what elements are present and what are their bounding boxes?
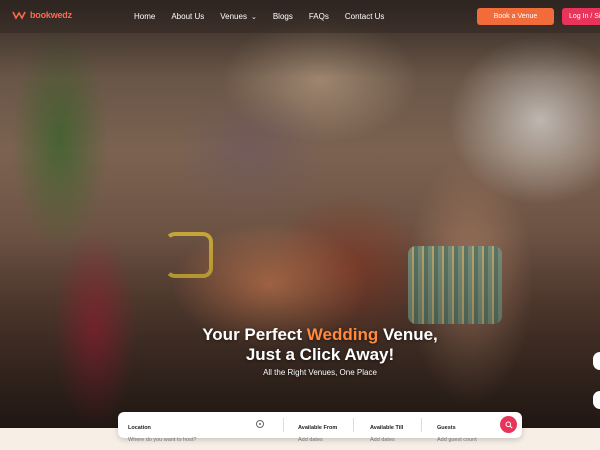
location-input[interactable] bbox=[128, 437, 253, 443]
brand-logo[interactable]: bookwedz bbox=[12, 10, 72, 20]
brand-name: bookwedz bbox=[30, 10, 72, 20]
field-divider bbox=[283, 418, 284, 432]
nav-faqs[interactable]: FAQs bbox=[309, 12, 329, 21]
location-label: Location bbox=[128, 425, 151, 431]
side-scroll-button[interactable] bbox=[593, 352, 600, 370]
headline-pre: Your Perfect bbox=[202, 325, 307, 344]
login-button[interactable]: Log In / Sign Up bbox=[562, 8, 600, 25]
hero-headline: Your Perfect Wedding Venue, Just a Click… bbox=[170, 325, 470, 365]
side-scroll-button[interactable] bbox=[593, 391, 600, 409]
nav-contact[interactable]: Contact Us bbox=[345, 12, 385, 21]
nav-links: Home About Us Venues ⌄ Blogs FAQs Contact… bbox=[134, 12, 384, 21]
nav-blogs[interactable]: Blogs bbox=[273, 12, 293, 21]
hero-subtitle: All the Right Venues, One Place bbox=[263, 368, 377, 377]
field-divider bbox=[353, 418, 354, 432]
field-divider bbox=[421, 418, 422, 432]
guests-input[interactable] bbox=[437, 437, 497, 443]
nav-venues-label: Venues bbox=[220, 12, 247, 21]
search-icon bbox=[505, 421, 513, 429]
location-field: Location bbox=[128, 416, 253, 443]
headline-line2: Just a Click Away! bbox=[245, 345, 395, 364]
chevron-down-icon: ⌄ bbox=[250, 14, 257, 21]
guests-field: Guests bbox=[437, 416, 497, 443]
nav-about[interactable]: About Us bbox=[171, 12, 204, 21]
headline-accent: Wedding bbox=[306, 325, 379, 344]
guests-label: Guests bbox=[437, 425, 456, 431]
available-from-input[interactable] bbox=[298, 437, 358, 443]
available-till-input[interactable] bbox=[370, 437, 430, 443]
logo-mark-icon bbox=[12, 11, 26, 20]
available-till-label: Available Till bbox=[370, 425, 404, 431]
book-venue-button[interactable]: Book a Venue bbox=[477, 8, 554, 25]
top-navbar: bookwedz Home About Us Venues ⌄ Blogs FAQ… bbox=[0, 0, 600, 33]
location-icon[interactable] bbox=[256, 420, 264, 428]
available-from-label: Available From bbox=[298, 425, 338, 431]
nav-venues[interactable]: Venues ⌄ bbox=[220, 12, 257, 21]
available-from-field: Available From bbox=[298, 416, 358, 443]
nav-home[interactable]: Home bbox=[134, 12, 155, 21]
headline-post: Venue, bbox=[378, 325, 438, 344]
venue-search-bar: Location Available From Available Till G… bbox=[118, 412, 522, 443]
search-button[interactable] bbox=[500, 416, 517, 433]
